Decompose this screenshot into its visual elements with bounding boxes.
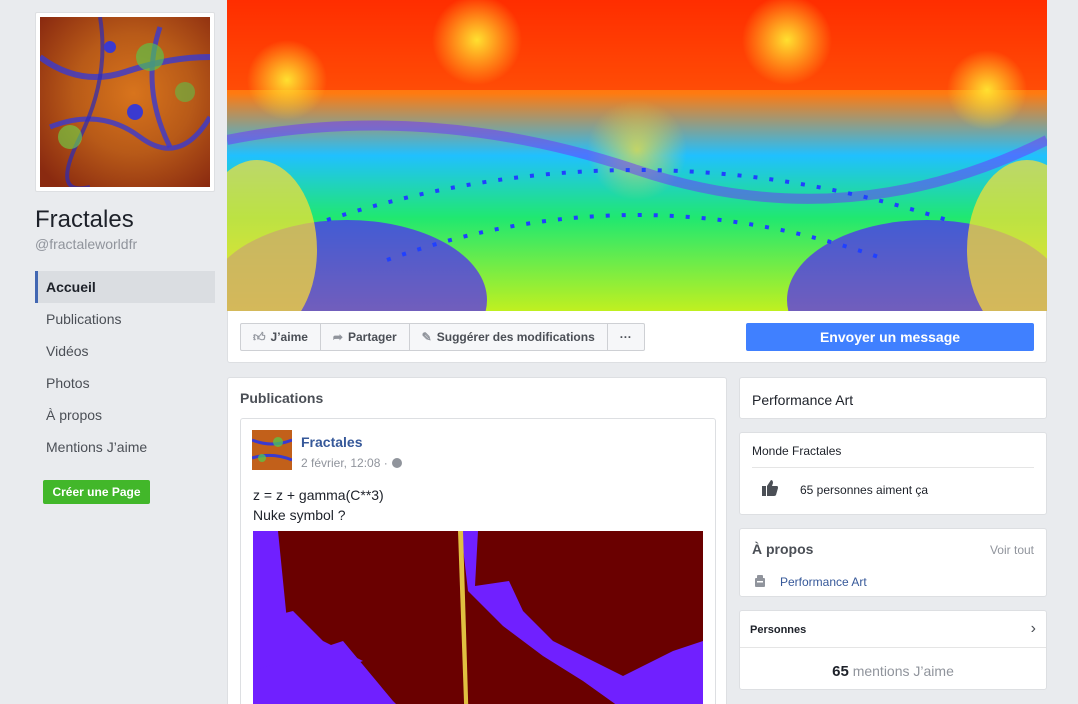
see-all-link[interactable]: Voir tout	[990, 543, 1034, 557]
post-date[interactable]: 2 février, 12:08 ·	[301, 456, 388, 470]
likes-number: 65	[832, 663, 849, 680]
action-button-group: 👍︎ J’aime ➦ Partager ✎ Suggérer des modi…	[240, 323, 645, 351]
post-meta: 2 février, 12:08 ·	[301, 456, 402, 470]
people-title: Personnes	[750, 624, 807, 636]
page-handle[interactable]: @fractaleworldfr	[35, 236, 137, 252]
suggest-label: Suggérer des modifications	[436, 330, 595, 344]
publications-panel: Publications Fractales 2 février, 12:08 …	[227, 377, 727, 704]
nav-item-publications[interactable]: Publications	[35, 303, 215, 335]
post-text: z = z + gamma(C**3) Nuke symbol ?	[253, 485, 384, 525]
thumbs-up-icon	[762, 480, 778, 496]
about-card: À propos Voir tout Performance Art	[739, 528, 1047, 597]
nav-item-likes[interactable]: Mentions J’aime	[35, 431, 215, 463]
create-page-button[interactable]: Créer une Page	[43, 480, 150, 504]
profile-fractal-image	[40, 17, 210, 187]
nav-item-photos[interactable]: Photos	[35, 367, 215, 399]
thumbs-up-icon: 👍︎	[253, 329, 266, 344]
nav-item-about[interactable]: À propos	[35, 399, 215, 431]
side-navigation: Accueil Publications Vidéos Photos À pro…	[35, 271, 215, 463]
community-title: Monde Fractales	[752, 444, 842, 458]
category-card: Performance Art	[739, 377, 1047, 419]
globe-icon	[391, 458, 402, 468]
page-action-bar: 👍︎ J’aime ➦ Partager ✎ Suggérer des modi…	[227, 311, 1047, 363]
community-card: Monde Fractales 65 personnes aiment ça	[739, 432, 1047, 515]
more-dots-icon: ···	[619, 330, 632, 344]
likes-count-label: mentions J’aime	[848, 663, 954, 679]
category-icon	[755, 575, 765, 587]
about-category-link[interactable]: Performance Art	[780, 575, 867, 589]
pencil-icon: ✎	[421, 330, 432, 344]
nav-item-home[interactable]: Accueil	[35, 271, 215, 303]
cover-fractal-image	[227, 0, 1047, 311]
post-text-line: z = z + gamma(C**3)	[253, 487, 384, 503]
post-author-link[interactable]: Fractales	[301, 434, 362, 450]
divider	[752, 467, 1034, 468]
post-text-line: Nuke symbol ?	[253, 507, 346, 523]
like-label: J’aime	[270, 330, 308, 344]
post-avatar[interactable]	[252, 430, 292, 470]
post-fractal-image	[253, 531, 703, 704]
people-header[interactable]: Personnes ›	[740, 611, 1046, 648]
nav-item-videos[interactable]: Vidéos	[35, 335, 215, 367]
share-button[interactable]: ➦ Partager	[320, 323, 410, 351]
post: Fractales 2 février, 12:08 · z = z + gam…	[240, 418, 716, 704]
people-likes-count: 65 mentions J’aime	[740, 663, 1046, 680]
profile-picture[interactable]	[35, 12, 215, 192]
send-message-button[interactable]: Envoyer un message	[746, 323, 1034, 351]
suggest-edits-button[interactable]: ✎ Suggérer des modifications	[409, 323, 608, 351]
share-label: Partager	[347, 330, 397, 344]
category-label[interactable]: Performance Art	[752, 392, 853, 408]
share-arrow-icon: ➦	[332, 330, 343, 344]
page-title: Fractales	[35, 206, 134, 233]
cover-photo[interactable]	[227, 0, 1047, 311]
publications-title: Publications	[240, 390, 324, 406]
like-button[interactable]: 👍︎ J’aime	[240, 323, 321, 351]
post-image[interactable]	[253, 531, 703, 704]
chevron-right-icon: ›	[1030, 620, 1036, 637]
post-avatar-image	[252, 430, 292, 470]
likes-count: 65 personnes aiment ça	[800, 483, 929, 497]
people-card: Personnes › 65 mentions J’aime	[739, 610, 1047, 690]
about-title: À propos	[752, 541, 814, 557]
more-button[interactable]: ···	[607, 323, 645, 351]
